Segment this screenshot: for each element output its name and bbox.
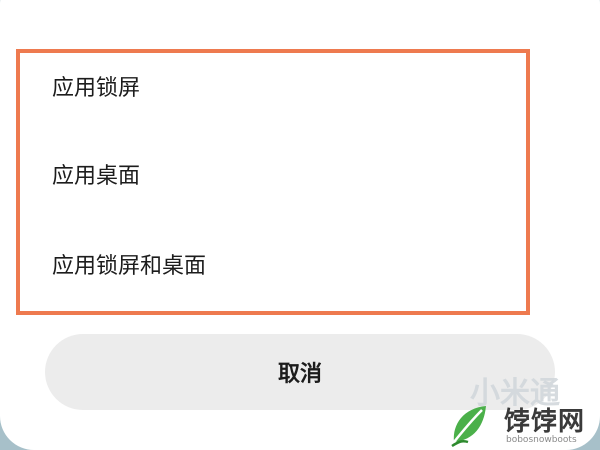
option-apply-desktop[interactable]: 应用桌面 — [52, 158, 140, 190]
leaf-logo-icon — [451, 406, 486, 448]
option-apply-lockscreen[interactable]: 应用锁屏 — [52, 70, 140, 102]
watermark-domain: bobosnowboots — [506, 435, 577, 445]
option-apply-lockscreen-and-desktop[interactable]: 应用锁屏和桌面 — [52, 248, 206, 280]
watermark-site-name: 饽饽网 — [504, 407, 586, 437]
cancel-button-label: 取消 — [277, 362, 322, 387]
